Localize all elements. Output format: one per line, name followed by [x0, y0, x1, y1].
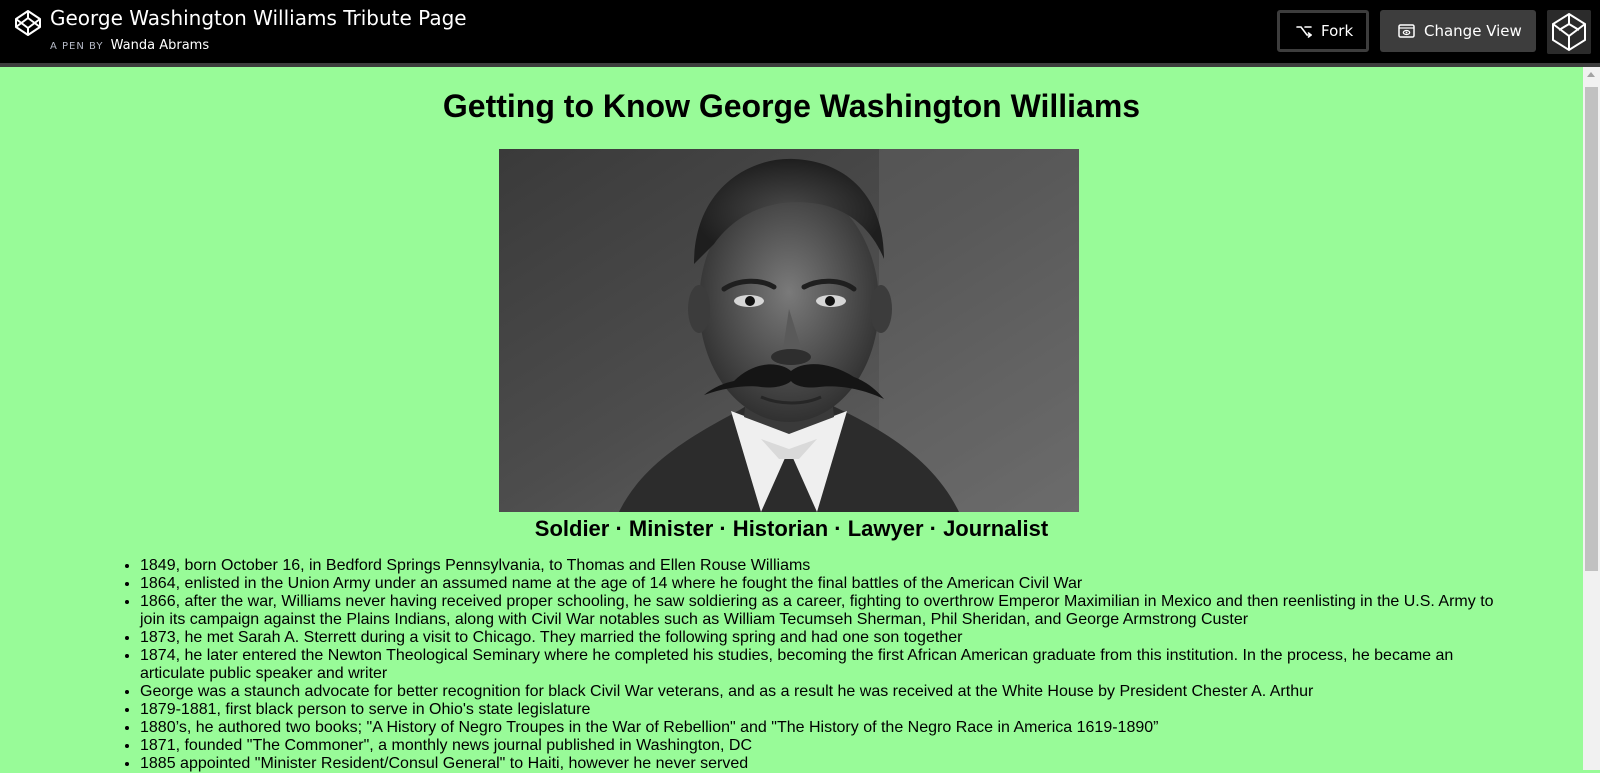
- change-view-button[interactable]: Change View: [1380, 10, 1536, 52]
- pen-byline: A PEN BY Wanda Abrams: [50, 38, 209, 53]
- timeline-item: 1866, after the war, Williams never havi…: [140, 593, 1520, 629]
- timeline-item: 1879-1881, first black person to serve i…: [140, 701, 1520, 719]
- timeline-item: 1864, enlisted in the Union Army under a…: [140, 575, 1520, 593]
- pen-title: George Washington Williams Tribute Page: [50, 6, 467, 30]
- timeline-list: 1849, born October 16, in Bedford Spring…: [108, 557, 1520, 773]
- timeline-item: 1873, he met Sarah A. Sterrett during a …: [140, 629, 1520, 647]
- pen-author-link[interactable]: Wanda Abrams: [111, 38, 209, 53]
- portrait-caption: Soldier · Minister · Historian · Lawyer …: [534, 516, 1049, 541]
- codepen-logo-icon[interactable]: [14, 9, 42, 37]
- timeline-item: 1849, born October 16, in Bedford Spring…: [140, 557, 1520, 575]
- pen-by-label: A PEN BY: [50, 41, 104, 52]
- fork-button[interactable]: Fork: [1277, 10, 1369, 52]
- scroll-up-arrow-icon[interactable]: [1587, 72, 1595, 77]
- vertical-scrollbar[interactable]: [1583, 67, 1600, 770]
- scrollbar-thumb[interactable]: [1585, 87, 1598, 571]
- fork-label: Fork: [1321, 22, 1354, 40]
- codepen-header: George Washington Williams Tribute Page …: [0, 0, 1600, 67]
- timeline-item: George was a staunch advocate for better…: [140, 683, 1520, 701]
- change-view-icon: [1398, 24, 1415, 38]
- user-avatar[interactable]: [1547, 10, 1591, 54]
- timeline-item: 1871, founded "The Commoner", a monthly …: [140, 737, 1520, 755]
- tribute-page: Getting to Know George Washington Willia…: [0, 67, 1583, 773]
- fork-icon: [1296, 26, 1312, 38]
- page-title: Getting to Know George Washington Willia…: [442, 88, 1141, 124]
- timeline-item: 1880’s, he authored two books; "A Histor…: [140, 719, 1520, 737]
- portrait-image: [499, 149, 1079, 512]
- change-view-label: Change View: [1424, 22, 1522, 40]
- timeline-item: 1874, he later entered the Newton Theolo…: [140, 647, 1520, 683]
- timeline-item: 1885 appointed "Minister Resident/Consul…: [140, 755, 1520, 773]
